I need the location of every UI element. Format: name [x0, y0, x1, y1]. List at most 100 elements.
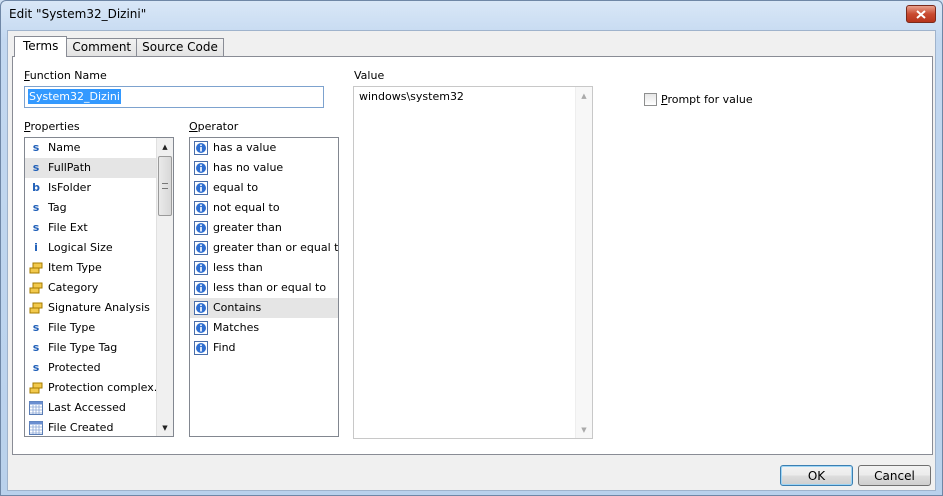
checkbox-box[interactable]	[644, 93, 657, 106]
property-item[interactable]: s File Type Tag	[25, 338, 157, 358]
operator-label: not equal to	[213, 201, 280, 214]
property-item[interactable]: Signature Analysis	[25, 298, 157, 318]
string-icon: s	[32, 221, 40, 234]
string-icon: s	[32, 341, 40, 354]
property-label: Logical Size	[48, 241, 113, 254]
operator-listbox[interactable]: has a value has no value equal to not equal…	[189, 137, 339, 437]
calendar-icon	[29, 401, 43, 415]
operator-item[interactable]: Contains	[190, 298, 338, 318]
property-label: Protected	[48, 361, 101, 374]
scroll-thumb[interactable]	[158, 156, 172, 216]
dialog-client: Terms Comment Source Code Function Name …	[7, 30, 936, 491]
dialog-window: Edit "System32_Dizini" Terms Comment Sou…	[0, 0, 943, 496]
operator-label: less than	[213, 261, 263, 274]
tab-source-code[interactable]: Source Code	[136, 38, 224, 56]
value-scroll-up-arrow[interactable]: ▲	[576, 87, 592, 104]
property-label: File Type	[48, 321, 96, 334]
operator-item[interactable]: greater than or equal to	[190, 238, 338, 258]
ok-button[interactable]: OK	[780, 465, 853, 486]
operator-icon	[194, 181, 208, 195]
operator-label: greater than	[213, 221, 282, 234]
property-item[interactable]: s Tag	[25, 198, 157, 218]
function-name-label: Function Name	[24, 69, 107, 82]
operator-label: greater than or equal to	[213, 241, 338, 254]
terms-panel: Function Name System32_Dizini Properties…	[12, 56, 933, 455]
operator-label: Matches	[213, 321, 260, 334]
operator-item[interactable]: greater than	[190, 218, 338, 238]
property-item[interactable]: s Protected	[25, 358, 157, 378]
prompt-label: Prompt for value	[661, 93, 753, 106]
operator-item[interactable]: has no value	[190, 158, 338, 178]
properties-scrollbar[interactable]: ▲ ▼	[156, 138, 173, 436]
property-item[interactable]: i Logical Size	[25, 238, 157, 258]
string-icon: s	[32, 141, 40, 154]
operator-icon	[194, 321, 208, 335]
string-icon: s	[32, 161, 40, 174]
property-label: FullPath	[48, 161, 91, 174]
property-label: Last Accessed	[48, 401, 126, 414]
property-item[interactable]: s Name	[25, 138, 157, 158]
property-item[interactable]: File Created	[25, 418, 157, 436]
property-label: File Created	[48, 421, 114, 434]
operator-item[interactable]: Matches	[190, 318, 338, 338]
value-scroll-down-arrow[interactable]: ▼	[576, 421, 592, 438]
value-textarea[interactable]: windows\system32 ▲ ▼	[353, 86, 593, 439]
operator-label: has no value	[213, 161, 284, 174]
string-icon: s	[32, 321, 40, 334]
property-item[interactable]: Last Accessed	[25, 398, 157, 418]
operator-item[interactable]: has a value	[190, 138, 338, 158]
operator-item[interactable]: less than	[190, 258, 338, 278]
operator-label: equal to	[213, 181, 259, 194]
property-label: Tag	[48, 201, 67, 214]
property-label: Category	[48, 281, 99, 294]
close-button[interactable]	[906, 5, 936, 23]
operator-label: less than or equal to	[213, 281, 327, 294]
operator-item[interactable]: equal to	[190, 178, 338, 198]
properties-listbox[interactable]: s Name s FullPath b IsFolder s Tag s File Ext i Log…	[24, 137, 174, 437]
window-title: Edit "System32_Dizini"	[9, 7, 147, 21]
operator-icon	[194, 261, 208, 275]
operator-item[interactable]: not equal to	[190, 198, 338, 218]
property-item[interactable]: s FullPath	[25, 158, 157, 178]
property-item[interactable]: Item Type	[25, 258, 157, 278]
property-label: IsFolder	[48, 181, 91, 194]
property-item[interactable]: Protection complex...	[25, 378, 157, 398]
property-label: Name	[48, 141, 81, 154]
operator-icon	[194, 281, 208, 295]
operator-icon	[194, 161, 208, 175]
enum-icon	[29, 261, 43, 275]
prompt-checkbox[interactable]: Prompt for value	[644, 93, 753, 106]
operator-icon	[194, 221, 208, 235]
cancel-button[interactable]: Cancel	[858, 465, 931, 486]
tab-terms[interactable]: Terms	[14, 36, 68, 57]
enum-icon	[29, 281, 43, 295]
scroll-up-arrow[interactable]: ▲	[157, 138, 173, 155]
properties-label: Properties	[24, 120, 80, 133]
title-bar[interactable]: Edit "System32_Dizini"	[1, 1, 942, 29]
calendar-icon	[29, 421, 43, 435]
close-icon	[916, 9, 926, 19]
operator-icon	[194, 301, 208, 315]
operator-icon	[194, 341, 208, 355]
operator-label: Find	[213, 341, 236, 354]
operator-label: has a value	[213, 141, 277, 154]
tab-comment[interactable]: Comment	[66, 38, 138, 56]
property-label: Signature Analysis	[48, 301, 150, 314]
operator-icon	[194, 241, 208, 255]
operator-item[interactable]: Find	[190, 338, 338, 358]
property-item[interactable]: s File Type	[25, 318, 157, 338]
operator-item[interactable]: less than or equal to	[190, 278, 338, 298]
scroll-down-arrow[interactable]: ▼	[157, 419, 173, 436]
enum-icon	[29, 301, 43, 315]
property-label: Protection complex...	[48, 381, 157, 394]
property-item[interactable]: Category	[25, 278, 157, 298]
string-icon: s	[32, 201, 40, 214]
property-label: Item Type	[48, 261, 102, 274]
integer-icon: i	[34, 241, 38, 254]
property-item[interactable]: s File Ext	[25, 218, 157, 238]
operator-label: Contains	[213, 301, 262, 314]
function-name-value: System32_Dizini	[28, 89, 121, 104]
property-item[interactable]: b IsFolder	[25, 178, 157, 198]
function-name-input[interactable]: System32_Dizini	[24, 86, 324, 108]
value-scrollbar[interactable]: ▲ ▼	[575, 87, 592, 438]
